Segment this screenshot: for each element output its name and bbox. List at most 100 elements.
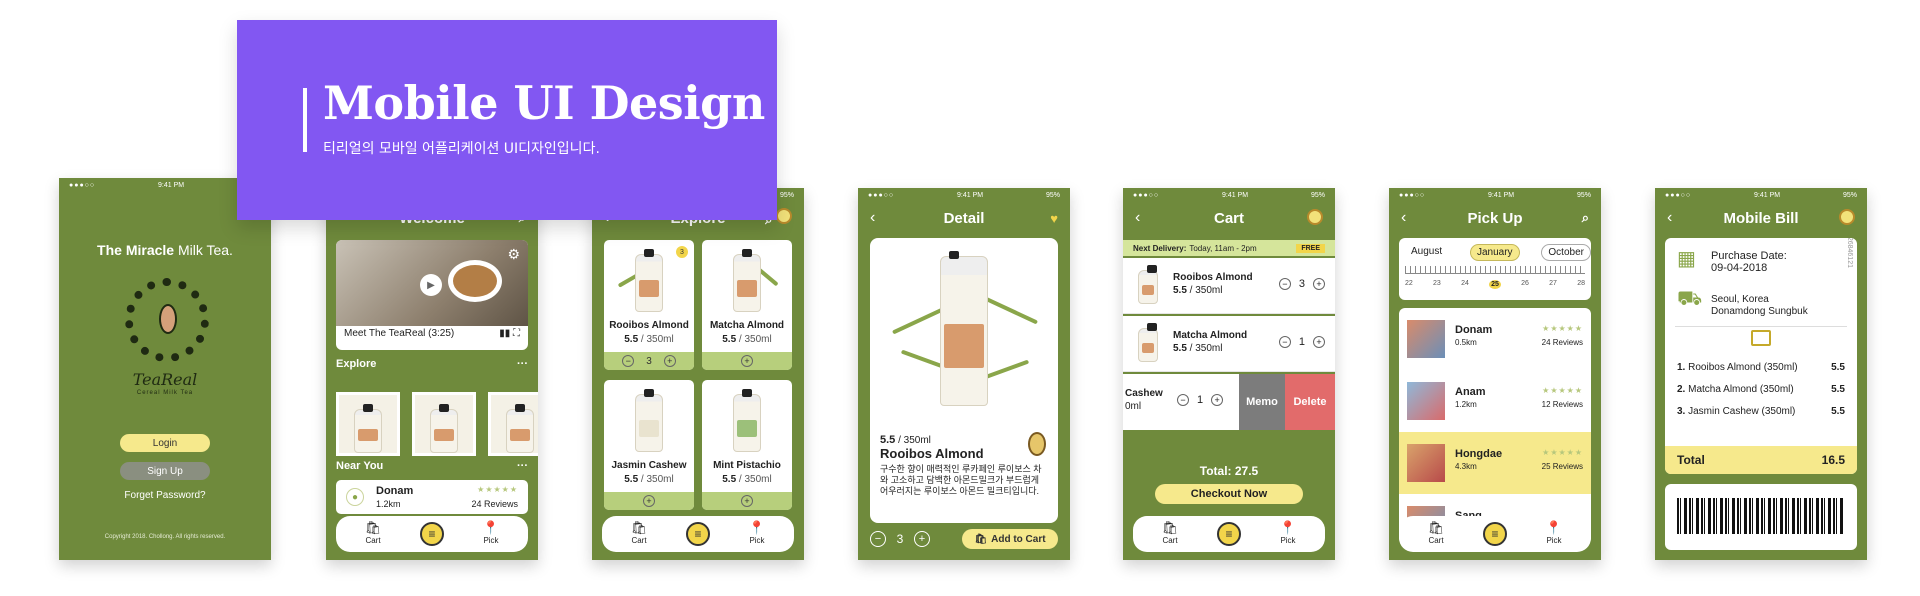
video-card[interactable]: ▶ ⚙ Meet The TeaReal (3:25) ▮▮ ⛶ xyxy=(336,240,528,350)
month-option[interactable]: October xyxy=(1541,244,1591,261)
menu-icon[interactable]: ≡ xyxy=(686,522,710,546)
store-item[interactable]: Anam 1.2km ★★★★★ 12 Reviews xyxy=(1399,370,1591,432)
detail-screen: ●●●○○ 9:41 PM 95% ‹ Detail ♥ 5.5 / 350ml… xyxy=(858,188,1070,560)
quantity-value: 3 xyxy=(896,532,904,546)
coin-icon xyxy=(1839,208,1855,228)
store-photo xyxy=(1407,320,1445,358)
tab-cart[interactable]: 🛍 Cart xyxy=(1155,520,1185,545)
swiped-cart-item[interactable]: Cashew 0ml −1 + Memo Delete xyxy=(1123,374,1335,430)
cart-item[interactable]: Matcha Almond 5.5 / 350ml −1 + xyxy=(1123,316,1335,372)
near-store-card[interactable]: ● Donam 1.2km ★★★★★ 24 Reviews xyxy=(336,480,528,514)
month-option[interactable]: August xyxy=(1405,244,1448,261)
cart-item[interactable]: Cashew 0ml −1 + xyxy=(1123,374,1239,430)
back-icon[interactable]: ‹ xyxy=(1135,209,1140,227)
delivery-time: Today, 11am - 2pm xyxy=(1189,243,1257,253)
free-badge: FREE xyxy=(1296,243,1325,253)
cart-icon: 🛍 xyxy=(974,533,988,545)
product-price: 5.5 / 350ml xyxy=(722,334,772,345)
add-button[interactable]: + xyxy=(702,492,792,510)
plus-icon: + xyxy=(1211,394,1224,406)
add-button[interactable]: + xyxy=(604,492,694,510)
quantity-stepper[interactable]: −1 + xyxy=(1177,394,1224,406)
store-item-selected[interactable]: Hongdae 4.3km ★★★★★ 25 Reviews xyxy=(1399,432,1591,494)
cart-item-price: 5.5 / 350ml xyxy=(1173,343,1223,354)
date-picker[interactable]: August January October 22 23 24 25 26 27 28 xyxy=(1399,238,1591,300)
plus-icon: + xyxy=(663,355,676,367)
brand-tagline: The Miracle Milk Tea. xyxy=(97,242,233,258)
divider xyxy=(1675,326,1847,327)
explore-screen: ●●●○○ 9:41 PM 95% ‹ Explore ⌕ 3 Rooibos … xyxy=(592,188,804,560)
play-icon[interactable]: ▶ xyxy=(420,274,442,296)
tab-cart[interactable]: 🛍 Cart xyxy=(358,520,388,545)
delete-button[interactable]: Delete xyxy=(1285,374,1335,430)
bill-item: 2. Matcha Almond (350ml) 5.5 xyxy=(1677,384,1845,395)
delivery-truck-icon: ⛟ xyxy=(1677,288,1703,310)
detail-price: 5.5 / 350ml xyxy=(880,434,931,446)
gear-icon[interactable]: ⚙ xyxy=(507,246,520,263)
quantity-stepper[interactable]: −1 + xyxy=(1278,336,1325,348)
login-button[interactable]: Login xyxy=(120,434,210,452)
store-item[interactable]: Donam 0.5km ★★★★★ 24 Reviews xyxy=(1399,308,1591,370)
month-option-selected[interactable]: January xyxy=(1469,244,1520,261)
signup-button[interactable]: Sign Up xyxy=(120,462,210,480)
quantity-stepper[interactable]: −3 + xyxy=(604,352,694,370)
status-time: 9:41 PM xyxy=(158,181,185,189)
menu-icon[interactable]: ≡ xyxy=(1483,522,1507,546)
more-icon[interactable]: ··· xyxy=(517,460,528,472)
back-icon[interactable]: ‹ xyxy=(1667,209,1672,227)
more-icon[interactable]: ··· xyxy=(517,358,528,370)
bill-number: 26846121 xyxy=(1846,238,1853,268)
quantity-row: − 3 + 🛍 Add to Cart xyxy=(870,528,1058,550)
fullscreen-icon[interactable]: ▮▮ ⛶ xyxy=(499,328,520,339)
status-time: 9:41 PM xyxy=(1754,191,1781,199)
add-button[interactable]: + xyxy=(702,352,792,370)
delivery-label: Next Delivery: xyxy=(1133,243,1187,253)
memo-button[interactable]: Memo xyxy=(1239,374,1285,430)
cart-item[interactable]: Rooibos Almond 5.5 / 350ml −3 + xyxy=(1123,258,1335,314)
day-scale[interactable] xyxy=(1405,266,1585,274)
tab-pick[interactable]: 📍 Pick xyxy=(1539,520,1569,545)
product-card[interactable]: 3 Rooibos Almond 5.5 / 350ml −3 + xyxy=(604,240,694,370)
tab-bar: 🛍 Cart ≡ 📍 Pick xyxy=(602,516,794,552)
cart-item-price: 0ml xyxy=(1125,401,1142,412)
tab-cart[interactable]: 🛍 Cart xyxy=(1421,520,1451,545)
coin-icon xyxy=(1307,208,1323,228)
back-icon[interactable]: ‹ xyxy=(870,209,875,227)
heart-icon[interactable]: ♥ xyxy=(1050,211,1058,226)
cart-header: ‹ Cart xyxy=(1123,204,1335,232)
status-time: 9:41 PM xyxy=(1222,191,1249,199)
login-screen: ●●●○○ 9:41 PM 95% The Miracle Milk Tea. … xyxy=(59,178,271,560)
store-list: Donam 0.5km ★★★★★ 24 Reviews Anam 1.2km … xyxy=(1399,308,1591,544)
tab-pick[interactable]: 📍 Pick xyxy=(742,520,772,545)
almond-icon xyxy=(1028,432,1046,456)
menu-icon[interactable]: ≡ xyxy=(1217,522,1241,546)
bottle-image xyxy=(940,251,988,406)
plus-button[interactable]: + xyxy=(914,531,930,547)
add-to-cart-button[interactable]: 🛍 Add to Cart xyxy=(962,529,1058,549)
explore-thumb[interactable] xyxy=(412,392,476,456)
video-caption: Meet The TeaReal (3:25) xyxy=(344,328,455,339)
explore-thumb[interactable] xyxy=(336,392,400,456)
back-icon[interactable]: ‹ xyxy=(1401,209,1406,227)
quantity-stepper[interactable]: −3 + xyxy=(1278,278,1325,290)
calendar-icon: ▦ xyxy=(1677,248,1696,270)
store-name: Anam xyxy=(1455,386,1486,398)
purchase-date: 09-04-2018 xyxy=(1711,262,1768,274)
near-section-header: Near You ··· xyxy=(336,460,528,472)
tab-pick[interactable]: 📍 Pick xyxy=(476,520,506,545)
status-time: 9:41 PM xyxy=(1488,191,1515,199)
explore-thumb[interactable] xyxy=(488,392,538,456)
tab-cart[interactable]: 🛍 Cart xyxy=(624,520,654,545)
minus-icon: − xyxy=(1278,278,1291,290)
product-card[interactable]: Jasmin Cashew 5.5 / 350ml + xyxy=(604,380,694,510)
product-card[interactable]: Mint Pistachio 5.5 / 350ml + xyxy=(702,380,792,510)
search-icon[interactable]: ⌕ xyxy=(1582,210,1589,226)
forget-password-link[interactable]: Forget Password? xyxy=(59,490,271,501)
detail-description: 구수한 향이 매력적인 루카페인 루이보스 차와 고소하고 담백한 아몬드밀크가… xyxy=(880,464,1042,496)
minus-button[interactable]: − xyxy=(870,531,886,547)
cart-icon: 🛍 xyxy=(364,520,382,535)
product-card[interactable]: Matcha Almond 5.5 / 350ml + xyxy=(702,240,792,370)
checkout-button[interactable]: Checkout Now xyxy=(1155,484,1303,504)
menu-icon[interactable]: ≡ xyxy=(420,522,444,546)
tab-pick[interactable]: 📍 Pick xyxy=(1273,520,1303,545)
